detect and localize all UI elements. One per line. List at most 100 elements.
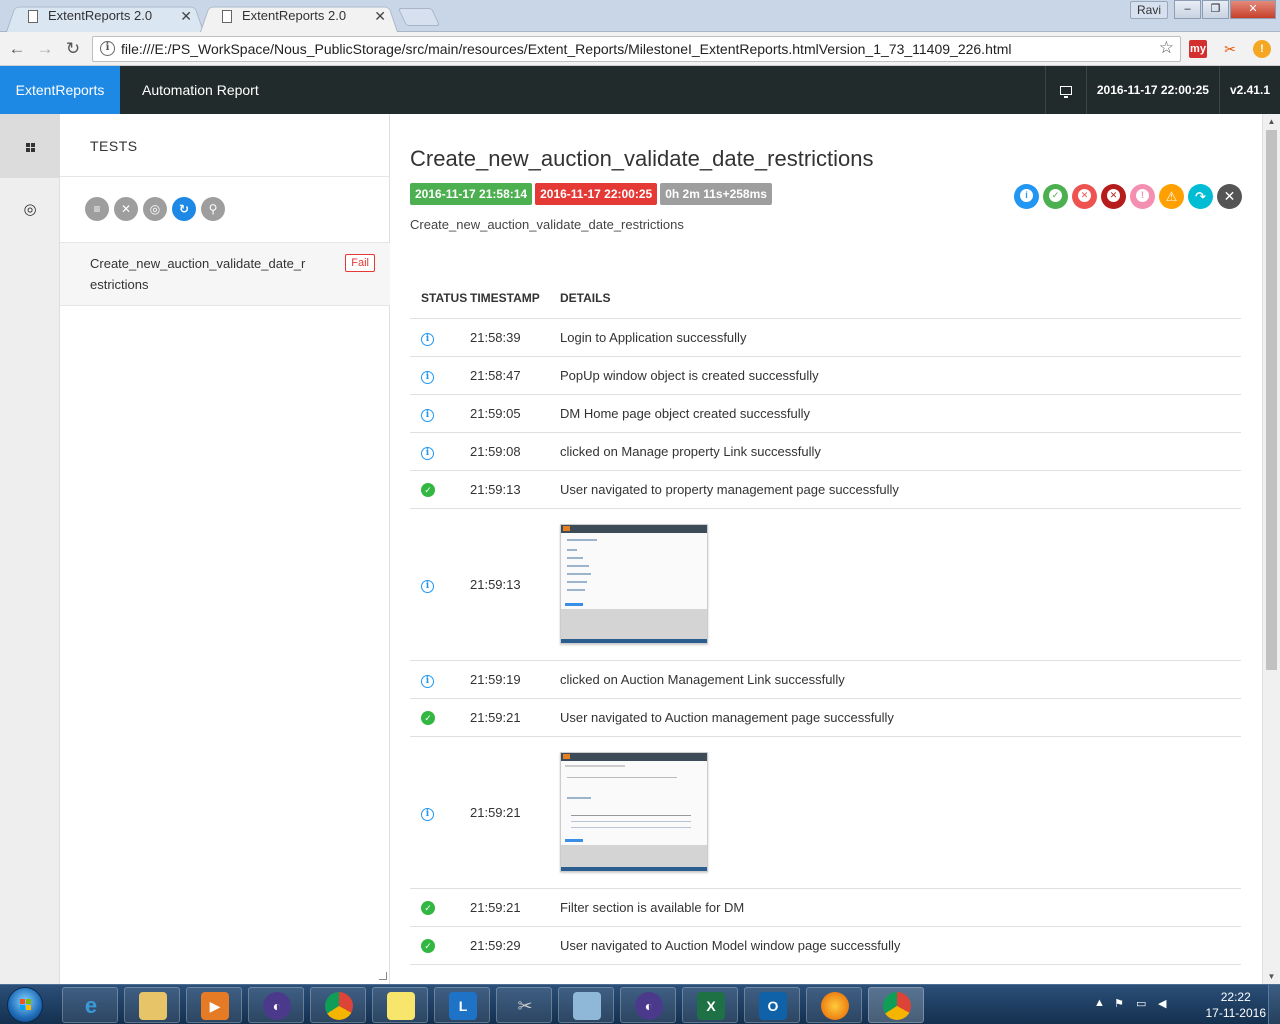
row-details: User navigated to Auction Model window p… bbox=[560, 926, 1241, 965]
screenshot-thumbnail[interactable] bbox=[560, 524, 708, 644]
media-player-icon: ▶ bbox=[201, 992, 229, 1020]
new-tab-button[interactable] bbox=[397, 8, 441, 26]
navbar-right: 2016-11-17 22:00:25 v2.41.1 bbox=[1044, 66, 1280, 114]
row-timestamp: 21:59:21 bbox=[470, 888, 560, 927]
clock-date: 17-11-2016 bbox=[1205, 1006, 1267, 1020]
action-center-flag-icon[interactable]: ⚑ bbox=[1114, 997, 1124, 1010]
clear-filter-icon[interactable]: ✕ bbox=[114, 197, 138, 221]
address-bar[interactable]: i file:///E:/PS_WorkSpace/Nous_PublicSto… bbox=[92, 36, 1181, 62]
taskbar-chrome-active[interactable] bbox=[868, 987, 924, 1023]
row-details: clicked on Manage property Link successf… bbox=[560, 432, 1241, 471]
info-icon[interactable]: i bbox=[100, 41, 115, 56]
taskbar-file-explorer[interactable] bbox=[124, 987, 180, 1023]
taskbar-internet-explorer[interactable]: e bbox=[62, 987, 118, 1023]
error-status-icon[interactable]: ! bbox=[1130, 184, 1155, 209]
scroll-up-arrow-icon[interactable]: ▲ bbox=[1263, 114, 1280, 129]
row-details: Login to Application successfully bbox=[560, 318, 1241, 357]
taskbar-media-player[interactable]: ▶ bbox=[186, 987, 242, 1023]
warning-status-icon[interactable]: ⚠ bbox=[1159, 184, 1184, 209]
close-tab-icon[interactable]: ✕ bbox=[180, 4, 192, 28]
close-window-button[interactable]: ✕ bbox=[1230, 0, 1276, 19]
report-title: Automation Report bbox=[142, 82, 259, 98]
status-badge: Fail bbox=[345, 254, 375, 272]
pass-status-icon[interactable]: ✓ bbox=[1043, 184, 1068, 209]
report-version: v2.41.1 bbox=[1218, 66, 1280, 114]
vertical-scrollbar[interactable]: ▲ ▼ bbox=[1262, 114, 1280, 984]
taskbar-tools[interactable]: ✂ bbox=[496, 987, 552, 1023]
table-row: i 21:59:08 clicked on Manage property Li… bbox=[410, 432, 1241, 471]
screenshot-thumbnail[interactable] bbox=[560, 752, 708, 872]
taskbar-firefox[interactable] bbox=[806, 987, 862, 1023]
info-icon: i bbox=[421, 370, 434, 384]
close-icon[interactable]: ✕ bbox=[1217, 184, 1242, 209]
info-icon: i bbox=[421, 332, 434, 346]
fail-status-icon[interactable]: ✕ bbox=[1072, 184, 1097, 209]
row-details: PopUp window object is created successfu… bbox=[560, 356, 1241, 395]
show-hidden-icons-icon[interactable]: ▲ bbox=[1094, 997, 1105, 1009]
taskbar-excel[interactable]: X bbox=[682, 987, 738, 1023]
table-row: ✓ 21:59:29 User navigated to Auction Mod… bbox=[410, 926, 1241, 965]
reload-icon[interactable]: ↻ bbox=[61, 37, 85, 61]
browser-tab-title: ExtentReports 2.0 bbox=[242, 8, 347, 23]
extension-my-icon[interactable]: my bbox=[1189, 40, 1207, 58]
pass-check-icon: ✓ bbox=[421, 483, 435, 497]
browser-toolbar: ← → ↻ i file:///E:/PS_WorkSpace/Nous_Pub… bbox=[0, 32, 1280, 66]
resize-handle[interactable] bbox=[379, 972, 387, 980]
show-desktop-button[interactable] bbox=[1268, 985, 1280, 1024]
list-filter-icon[interactable]: ≡ bbox=[85, 197, 109, 221]
pass-check-icon: ✓ bbox=[421, 711, 435, 725]
browser-tab-active[interactable]: ExtentReports 2.0 ✕ bbox=[200, 4, 398, 32]
extension-tool-icon[interactable]: ✂ bbox=[1221, 40, 1239, 58]
taskbar-notepad[interactable] bbox=[558, 987, 614, 1023]
start-button[interactable] bbox=[7, 987, 43, 1023]
network-icon[interactable]: ▭ bbox=[1136, 997, 1146, 1010]
table-row: i 21:59:05 DM Home page object created s… bbox=[410, 394, 1241, 433]
row-timestamp: 21:59:21 bbox=[470, 698, 560, 737]
info-status-icon[interactable]: i bbox=[1014, 184, 1039, 209]
volume-icon[interactable]: ◀ bbox=[1158, 997, 1166, 1010]
category-filter-icon[interactable]: ◎ bbox=[143, 197, 167, 221]
browser-tab[interactable]: ExtentReports 2.0 ✕ bbox=[6, 4, 204, 32]
monitor-icon[interactable] bbox=[1044, 66, 1086, 114]
search-icon[interactable]: ⚲ bbox=[201, 197, 225, 221]
row-timestamp: 21:59:08 bbox=[470, 432, 560, 471]
duration-label: 0h 2m 11s+258ms bbox=[660, 183, 772, 205]
restore-button[interactable]: ❐ bbox=[1202, 0, 1229, 19]
excel-icon: X bbox=[697, 992, 725, 1020]
skip-status-icon[interactable]: ↷ bbox=[1188, 184, 1213, 209]
forward-arrow-icon[interactable]: → bbox=[33, 37, 57, 61]
brand-logo[interactable]: ExtentReports bbox=[0, 66, 120, 114]
test-list-item[interactable]: Create_new_auction_validate_date_restric… bbox=[60, 242, 390, 306]
minimize-button[interactable]: ‒ bbox=[1174, 0, 1201, 19]
info-icon: i bbox=[421, 579, 434, 593]
notepad-icon bbox=[573, 992, 601, 1020]
bookmark-star-icon[interactable]: ☆ bbox=[1159, 38, 1174, 58]
taskbar-outlook[interactable]: O bbox=[744, 987, 800, 1023]
refresh-icon[interactable]: ↻ bbox=[172, 197, 196, 221]
start-time-label: 2016-11-17 21:58:14 bbox=[410, 183, 533, 205]
close-tab-icon[interactable]: ✕ bbox=[374, 4, 386, 28]
end-time-label: 2016-11-17 22:00:25 bbox=[535, 183, 658, 205]
clock-time: 22:22 bbox=[1220, 990, 1251, 1004]
scrollbar-thumb[interactable] bbox=[1266, 130, 1277, 670]
categories-icon[interactable]: ◎ bbox=[0, 178, 60, 242]
url-text[interactable]: file:///E:/PS_WorkSpace/Nous_PublicStora… bbox=[121, 41, 1012, 57]
taskbar-chrome[interactable] bbox=[310, 987, 366, 1023]
taskbar-eclipse-2[interactable]: ◐ bbox=[620, 987, 676, 1023]
scroll-down-arrow-icon[interactable]: ▼ bbox=[1263, 969, 1280, 984]
windows-logo-icon bbox=[20, 999, 32, 1011]
dashboard-grid-icon[interactable] bbox=[0, 114, 60, 178]
table-row: ✓ 21:59:21 Filter section is available f… bbox=[410, 888, 1241, 927]
chrome-alert-icon[interactable]: ! bbox=[1253, 40, 1271, 58]
row-timestamp: 21:59:13 bbox=[470, 470, 560, 509]
taskbar-lync[interactable]: L bbox=[434, 987, 490, 1023]
document-icon bbox=[28, 10, 38, 23]
info-icon: i bbox=[421, 807, 434, 821]
taskbar-clock[interactable]: 22:22 17-11-2016 bbox=[1206, 989, 1267, 1021]
taskbar-eclipse[interactable]: ◐ bbox=[248, 987, 304, 1023]
row-details: DM Home page object created successfully bbox=[560, 394, 1241, 433]
fatal-status-icon[interactable]: ✕ bbox=[1101, 184, 1126, 209]
profile-button[interactable]: Ravi bbox=[1130, 1, 1169, 19]
taskbar-sticky-notes[interactable] bbox=[372, 987, 428, 1023]
back-arrow-icon[interactable]: ← bbox=[5, 37, 29, 61]
